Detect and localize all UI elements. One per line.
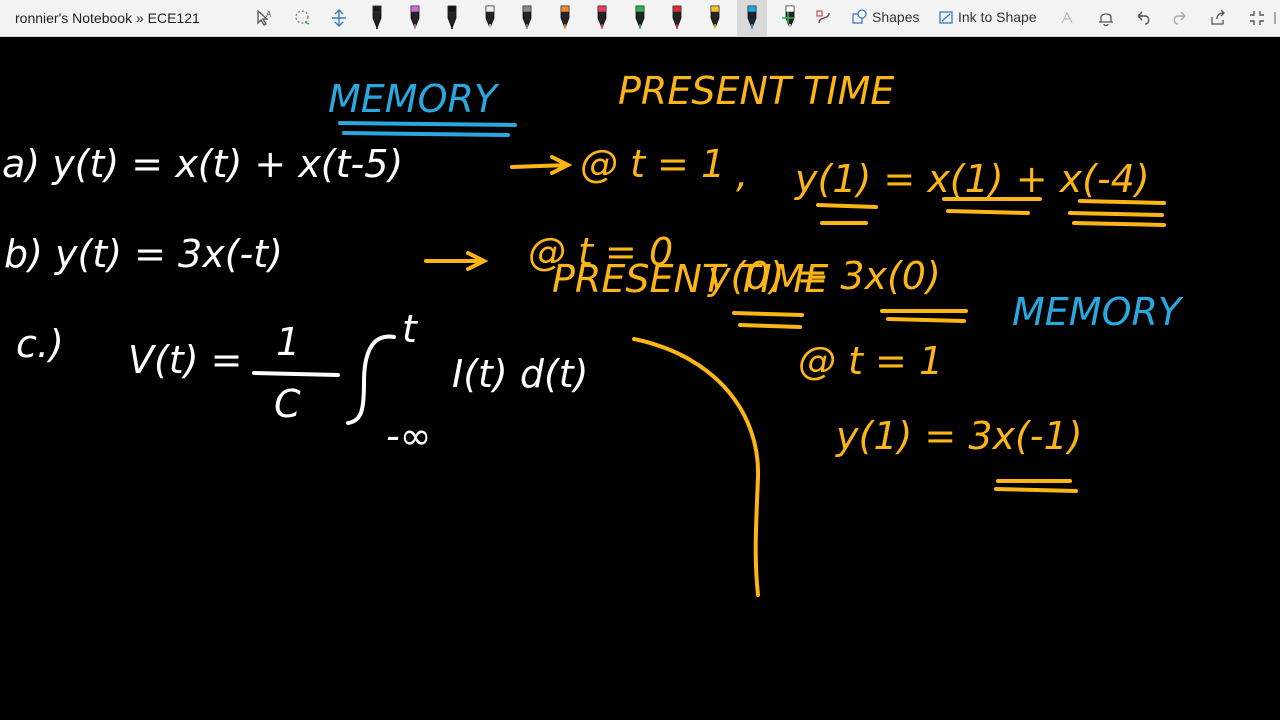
equation-a: a) y(t) = x(t) + x(t-5) xyxy=(2,142,403,186)
pen-5-icon[interactable] xyxy=(516,0,538,36)
result-b-2: y(1) = 3x(-1) xyxy=(835,414,1083,458)
comma-label: , xyxy=(736,152,748,196)
c-lhs: V(t) = xyxy=(128,338,242,382)
pen-1-icon[interactable] xyxy=(366,0,388,36)
c-integrand: I(t) d(t) xyxy=(452,352,589,396)
memory-underline-top-2 xyxy=(342,131,510,137)
redo-icon[interactable] xyxy=(1168,0,1192,36)
memory-label-top: MEMORY xyxy=(328,77,500,121)
memory-label-right: MEMORY xyxy=(1012,290,1184,334)
arrow-b xyxy=(424,251,489,271)
undo-icon[interactable] xyxy=(1131,0,1155,36)
integral-upper-limit: t xyxy=(402,307,419,351)
result-b-1-underline-2 xyxy=(880,309,968,323)
c-numerator: 1 xyxy=(276,320,300,364)
type-select-icon[interactable]: A xyxy=(252,0,276,36)
add-space-icon[interactable] xyxy=(327,0,351,36)
result-a-underline-3 xyxy=(1068,199,1166,227)
ink-to-shape-button[interactable]: Ink to Shape xyxy=(938,9,1037,25)
result-b-1: y(0) = 3x(0) xyxy=(707,254,941,298)
memory-underline-top xyxy=(338,121,517,127)
pen-11-icon[interactable] xyxy=(737,0,767,36)
shapes-label: Shapes xyxy=(872,9,920,25)
present-time-label-top: PRESENT TIME xyxy=(618,69,894,113)
pen-8-icon[interactable] xyxy=(629,0,651,36)
integral-sign xyxy=(346,334,396,425)
lasso-select-icon[interactable] xyxy=(290,0,314,36)
pen-6-icon[interactable] xyxy=(554,0,576,36)
result-a: y(1) = x(1) + x(-4) xyxy=(794,157,1150,201)
full-page-view-icon[interactable] xyxy=(1245,0,1269,36)
pen-4-icon[interactable] xyxy=(479,0,501,36)
arrow-a xyxy=(510,155,573,175)
at-t1-label: @ t = 1 xyxy=(580,142,725,186)
notifications-bell-icon[interactable] xyxy=(1094,0,1118,36)
svg-text:A: A xyxy=(266,10,272,19)
result-b-1-underline-1 xyxy=(732,311,804,329)
integral-lower-limit: -∞ xyxy=(386,414,431,458)
more-icon[interactable] xyxy=(1270,0,1280,36)
result-b-2-underline xyxy=(994,479,1078,493)
ink-to-shape-label: Ink to Shape xyxy=(958,9,1037,25)
pen-7-icon[interactable] xyxy=(591,0,613,36)
c-denominator: C xyxy=(274,382,301,426)
add-pen-icon[interactable] xyxy=(777,0,799,36)
c-label: c.) xyxy=(16,322,64,366)
share-icon[interactable] xyxy=(1206,0,1230,36)
notebook-title: ronnier's Notebook » ECE121 xyxy=(15,10,200,26)
pen-2-icon[interactable] xyxy=(404,0,426,36)
notebook-canvas[interactable]: MEMORY PRESENT TIME a) y(t) = x(t) + x(t… xyxy=(0,37,1280,720)
ink-replay-icon[interactable] xyxy=(812,0,836,36)
fraction-bar xyxy=(252,371,340,377)
result-a-underline-1 xyxy=(816,203,878,225)
shapes-button[interactable]: Shapes xyxy=(852,9,919,25)
onenote-toolbar: ronnier's Notebook » ECE121 A Shapes Ink… xyxy=(0,0,1280,37)
ink-drawing: MEMORY PRESENT TIME a) y(t) = x(t) + x(t… xyxy=(2,69,1184,597)
ink-to-math-icon[interactable] xyxy=(1056,0,1080,36)
result-a-underline-2 xyxy=(942,197,1042,215)
equation-b: b) y(t) = 3x(-t) xyxy=(4,232,283,276)
pen-10-icon[interactable] xyxy=(704,0,726,36)
shapes-icon xyxy=(852,9,867,24)
pen-3-icon[interactable] xyxy=(441,0,463,36)
pen-9-icon[interactable] xyxy=(666,0,688,36)
at-t1-label-b: @ t = 1 xyxy=(798,339,943,383)
connector-curve xyxy=(632,337,761,597)
ink-to-shape-icon xyxy=(939,11,953,24)
